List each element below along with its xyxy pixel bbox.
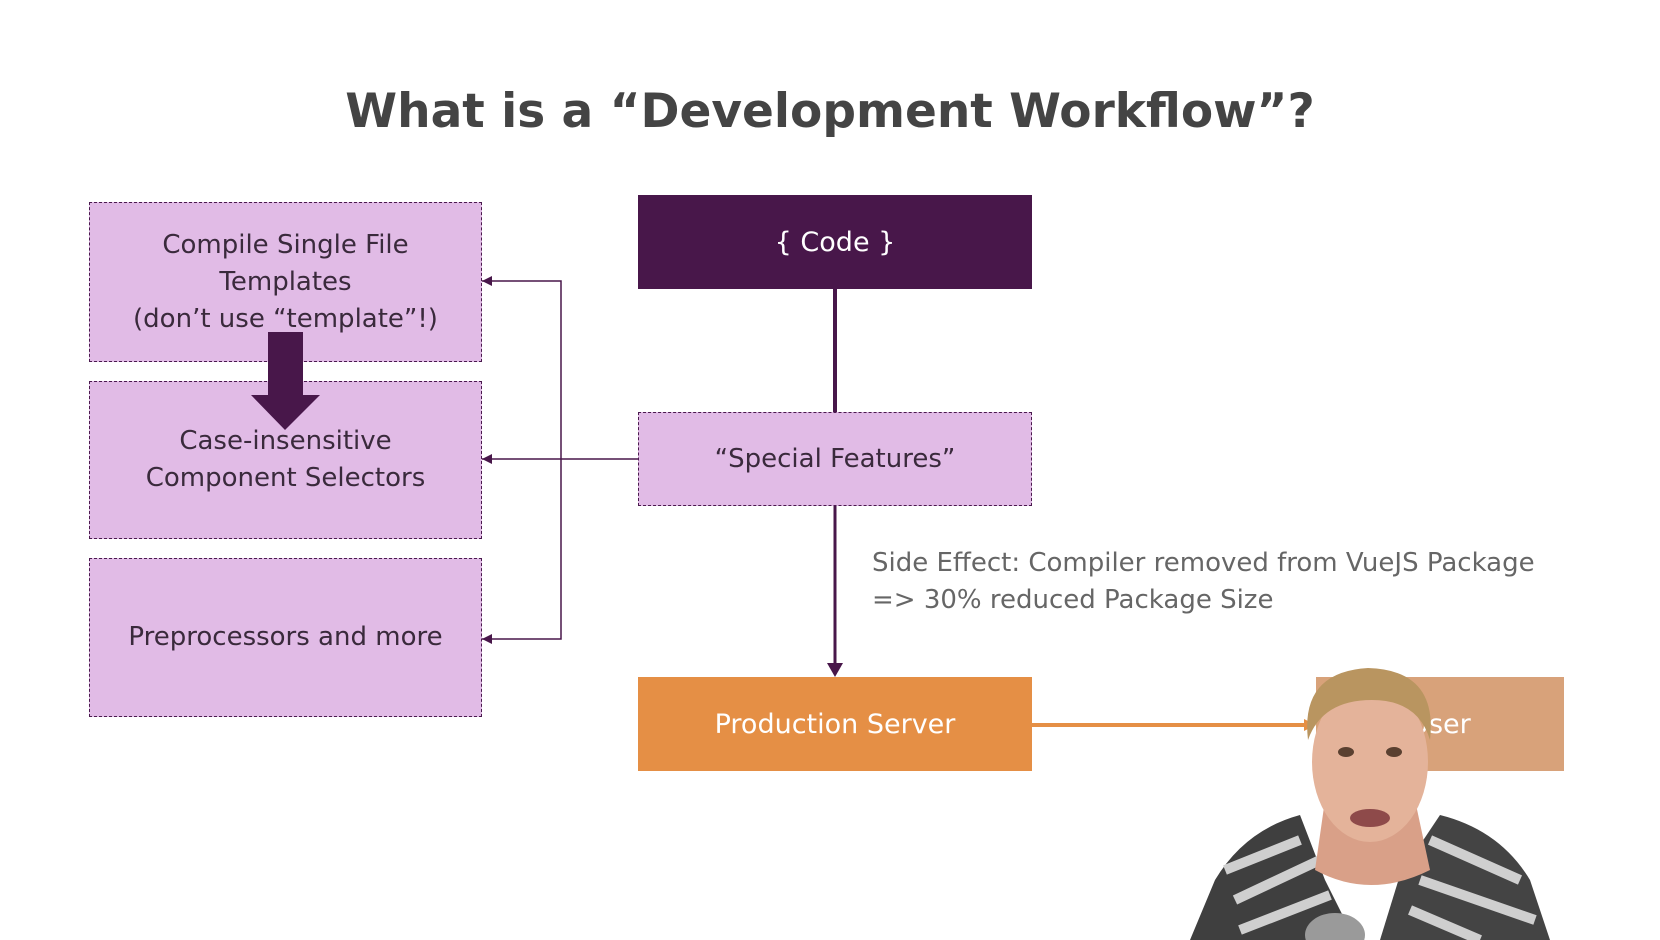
presenter-mouth — [1350, 809, 1390, 827]
presenter-eye-left — [1338, 747, 1354, 757]
presenter-eye-right — [1386, 747, 1402, 757]
presenter-video-overlay — [1190, 668, 1550, 940]
